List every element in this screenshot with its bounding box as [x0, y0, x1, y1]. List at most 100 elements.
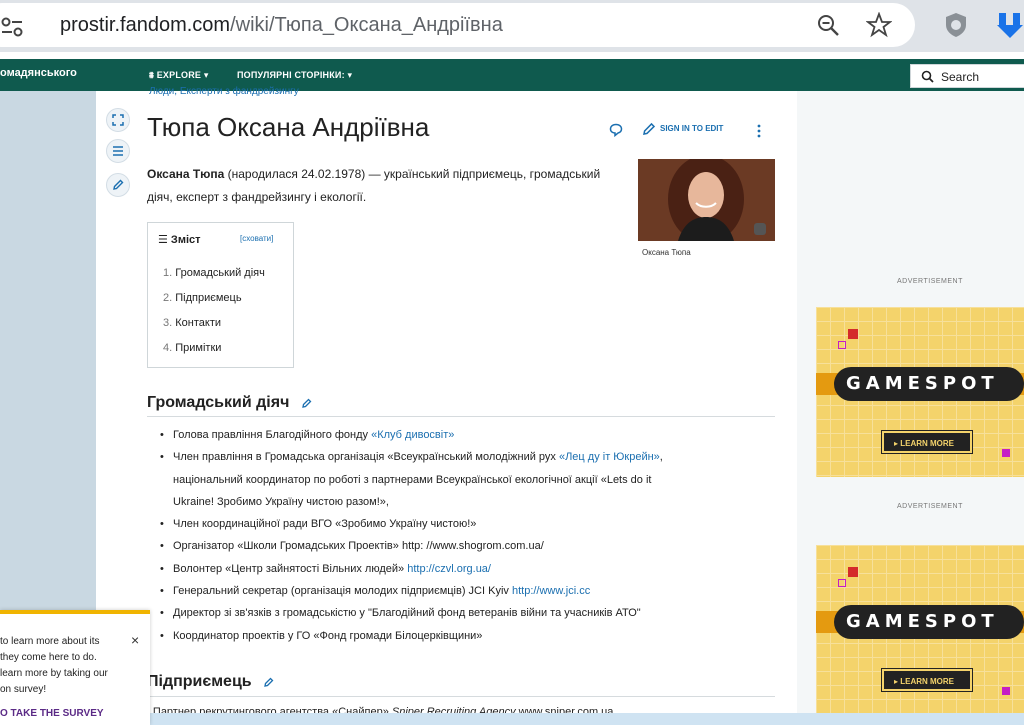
- list-item-link[interactable]: «Лец ду іт Юкрейн»: [559, 451, 660, 463]
- list-item-link[interactable]: http://czvl.org.ua/: [407, 563, 491, 575]
- expand-icon: [112, 114, 124, 126]
- chevron-down-icon: ▾: [344, 70, 353, 80]
- gamespot-logo: GAMESPOT: [834, 605, 1024, 639]
- survey-line: to learn more about its: [0, 636, 100, 647]
- section-divider: [147, 416, 775, 417]
- toc-label: Підприємець: [175, 292, 242, 304]
- intro-paragraph: Оксана Тюпа (народилася 24.02.1978) — ук…: [147, 163, 627, 209]
- learn-more-button[interactable]: ▸ LEARN MORE: [881, 430, 973, 454]
- list-item-text: Директор зі зв'язків з громадськістю у "…: [173, 607, 641, 620]
- list-item-link[interactable]: «Клуб дивосвіт»: [371, 429, 454, 441]
- list-item: Волонтер «Центр зайнятості Вільних людей…: [160, 558, 780, 581]
- ad-decor: [848, 567, 858, 577]
- photo-caption: Оксана Тюпа: [642, 248, 691, 257]
- search-icon: [921, 70, 934, 83]
- toc-num: 1.: [163, 267, 173, 279]
- edit-icon: [113, 179, 124, 190]
- list-item-link[interactable]: http://www.jci.cc: [512, 585, 590, 597]
- toc-item[interactable]: 4. Примітки: [163, 342, 221, 354]
- ad-decor: [838, 579, 846, 587]
- toc-title: ☰ Зміст: [158, 233, 201, 246]
- list-item-text: Волонтер «Центр зайнятості Вільних людей…: [173, 562, 408, 575]
- section-heading-text: Підприємець: [147, 673, 252, 690]
- explore-icon: ⩩: [149, 70, 157, 80]
- toc-item[interactable]: 1. Громадський діяч: [163, 267, 265, 279]
- section-divider: [147, 696, 775, 697]
- site-info-icon[interactable]: [0, 16, 24, 38]
- toc-item[interactable]: 3. Контакти: [163, 317, 221, 329]
- toc-button[interactable]: [106, 139, 130, 163]
- ad-label: ADVERTISEMENT: [897, 503, 963, 510]
- list-item: Член координаційної ради ВГО «Зробимо Ук…: [160, 513, 780, 536]
- shield-extension-icon[interactable]: [944, 12, 968, 38]
- list-item-text: Член координаційної ради ВГО «Зробимо Ук…: [173, 518, 477, 531]
- list-item-text: Член правління в Громадська організація …: [173, 451, 559, 464]
- toc-label: Громадський діяч: [175, 267, 265, 279]
- toc-label: Контакти: [175, 317, 222, 329]
- list-item: Директор зі зв'язків з громадськістю у "…: [160, 602, 780, 625]
- browser-toolbar: prostir.fandom.com/wiki/Тюпа_Оксана_Андр…: [0, 0, 1024, 52]
- toc-list-icon: ☰: [158, 234, 171, 246]
- page-title: Тюпа Оксана Андріївна: [147, 112, 430, 142]
- address-bar[interactable]: prostir.fandom.com/wiki/Тюпа_Оксана_Андр…: [0, 3, 915, 47]
- toc-item[interactable]: 2. Підприємець: [163, 292, 242, 304]
- table-of-contents: ☰ Зміст [сховати] 1. Громадський діяч 2.…: [147, 222, 294, 368]
- survey-popup: to learn more about its they come here t…: [0, 610, 150, 725]
- pencil-icon[interactable]: [301, 398, 312, 408]
- civic-activity-list: Голова правління Благодійного фонду «Клу…: [160, 424, 780, 647]
- toc-num: 3.: [163, 317, 173, 329]
- gamespot-ad-1[interactable]: GAMESPOT ▸ LEARN MORE: [816, 307, 1024, 477]
- pencil-icon: [643, 122, 656, 135]
- ad-decor: [1002, 449, 1010, 457]
- toc-list-icon: [113, 146, 123, 156]
- star-icon[interactable]: [866, 12, 892, 38]
- explore-menu[interactable]: ⩩ EXPLORE ▾: [149, 70, 209, 81]
- survey-line: on survey!: [0, 684, 47, 695]
- ad-label: ADVERTISEMENT: [897, 278, 963, 285]
- ad-decor: [838, 341, 846, 349]
- list-item: Організатор «Школи Громадських Проектів»…: [160, 535, 780, 558]
- list-item-text: Ukraine! Зробимо Україну чистою разом!»,: [173, 495, 389, 508]
- learn-more-button[interactable]: ▸ LEARN MORE: [881, 668, 973, 692]
- list-item-text: Генеральний секретар (організація молоди…: [173, 585, 512, 598]
- wiki-name[interactable]: омадянського: [0, 67, 77, 79]
- url-host: prostir.fandom.com: [60, 14, 231, 36]
- list-item-text: Організатор «Школи Громадських Проектів»…: [173, 540, 544, 553]
- list-item: Координатор проектів у ГО «Фонд громади …: [160, 625, 780, 648]
- url-path: /wiki/Тюпа_Оксана_Андріївна: [230, 14, 503, 36]
- list-item: Генеральний секретар (організація молоди…: [160, 580, 780, 603]
- breadcrumb[interactable]: Люди, Експерти з фандрейзингу: [149, 86, 299, 97]
- toc-num: 2.: [163, 292, 173, 304]
- kebab-icon[interactable]: [757, 124, 761, 138]
- gamespot-ad-2[interactable]: GAMESPOT ▸ LEARN MORE: [816, 545, 1024, 715]
- list-item: національний координатор по роботі з пар…: [160, 469, 780, 491]
- search-input[interactable]: Search: [910, 64, 1024, 88]
- search-label: Search: [941, 70, 980, 84]
- download-extension-icon[interactable]: [996, 11, 1024, 39]
- person-photo[interactable]: [638, 159, 775, 241]
- close-icon[interactable]: ×: [131, 632, 139, 648]
- zoom-icon[interactable]: [815, 12, 841, 38]
- list-item: Ukraine! Зробимо Україну чистою разом!»,: [160, 491, 780, 513]
- bottom-banner: [0, 713, 1024, 725]
- url-text[interactable]: prostir.fandom.com/wiki/Тюпа_Оксана_Андр…: [60, 14, 503, 37]
- chevron-down-icon: ▾: [201, 70, 209, 80]
- explore-label: EXPLORE: [156, 70, 202, 80]
- list-item: Член правління в Громадська організація …: [160, 446, 780, 469]
- list-item-text: ,: [659, 451, 663, 464]
- popular-label: ПОПУЛЯРНІ СТОРІНКИ:: [237, 70, 345, 80]
- toc-hide-link[interactable]: [сховати]: [240, 234, 273, 243]
- popular-pages-menu[interactable]: ПОПУЛЯРНІ СТОРІНКИ: ▾: [237, 70, 352, 81]
- section-heading-business: Підприємець: [147, 673, 274, 691]
- list-item: Голова правління Благодійного фонду «Клу…: [160, 424, 780, 447]
- survey-line: learn more by taking our: [0, 668, 108, 679]
- section-heading-civic: Громадський діяч: [147, 394, 312, 412]
- pencil-icon[interactable]: [264, 677, 274, 687]
- section-heading-text: Громадський діяч: [147, 394, 290, 411]
- talk-icon[interactable]: [609, 123, 623, 137]
- sign-in-to-edit-label: SIGN IN TO EDIT: [660, 124, 724, 133]
- take-survey-link[interactable]: O TAKE THE SURVEY: [0, 708, 104, 719]
- list-item-text: Голова правління Благодійного фонду: [173, 429, 372, 441]
- expand-button[interactable]: [106, 108, 130, 132]
- edit-button[interactable]: [106, 173, 130, 197]
